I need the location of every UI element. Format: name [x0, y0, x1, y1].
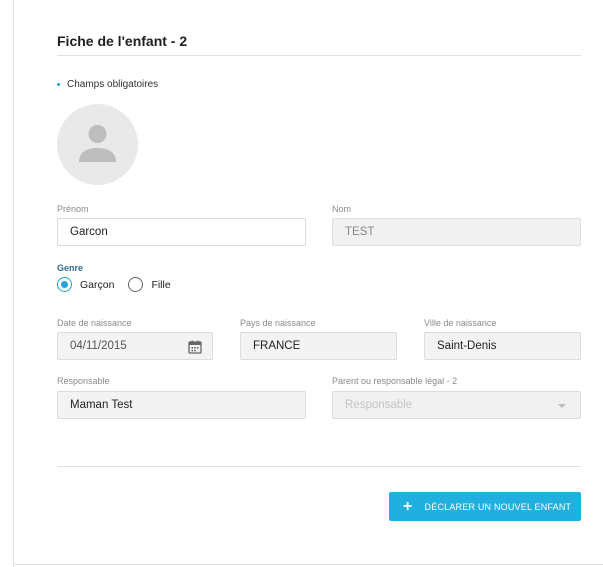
prenom-value: Garcon	[70, 226, 108, 238]
responsable-input[interactable]: Maman Test	[57, 391, 306, 419]
title-divider	[57, 55, 581, 56]
pays-naissance-label: Pays de naissance	[240, 318, 316, 328]
pays-naissance-input[interactable]: FRANCE	[240, 332, 397, 360]
responsable-label: Responsable	[57, 376, 110, 386]
radio-fille[interactable]	[128, 277, 144, 292]
prenom-label: Prénom	[57, 204, 89, 214]
parent2-select[interactable]: Responsable	[332, 391, 581, 419]
avatar[interactable]	[57, 104, 138, 185]
prenom-input[interactable]: Garcon	[57, 218, 306, 246]
required-bullet-icon	[57, 83, 60, 86]
page-left-border	[13, 0, 14, 567]
date-naissance-input[interactable]: 04/11/2015	[57, 332, 213, 360]
page-bottom-border	[13, 564, 603, 565]
parent2-label: Parent ou responsable légal - 2	[332, 376, 458, 386]
required-note: Champs obligatoires	[57, 79, 158, 90]
section-divider	[57, 466, 581, 467]
ville-naissance-input[interactable]: Saint-Denis	[424, 332, 581, 360]
nom-value: TEST	[345, 226, 375, 238]
pays-naissance-value: FRANCE	[253, 340, 301, 352]
radio-garcon[interactable]	[57, 277, 72, 292]
nom-label: Nom	[332, 204, 352, 214]
ville-naissance-value: Saint-Denis	[437, 340, 497, 352]
nom-input[interactable]: TEST	[332, 218, 581, 246]
ville-naissance-label: Ville de naissance	[424, 318, 497, 328]
form-title: Fiche de l'enfant - 2	[57, 33, 188, 49]
date-naissance-value: 04/11/2015	[70, 340, 127, 352]
genre-radio-group: Garçon Fille	[57, 277, 185, 292]
chevron-down-icon	[558, 404, 566, 408]
responsable-value: Maman Test	[70, 399, 133, 411]
add-child-button[interactable]: + DÉCLARER UN NOUVEL ENFANT	[389, 492, 581, 521]
radio-fille-label[interactable]: Fille	[151, 279, 170, 291]
person-icon	[79, 125, 116, 162]
parent2-placeholder: Responsable	[345, 399, 413, 411]
calendar-icon[interactable]	[188, 340, 202, 354]
required-note-text: Champs obligatoires	[67, 79, 159, 90]
radio-garcon-label[interactable]: Garçon	[80, 279, 114, 291]
genre-label: Genre	[57, 263, 84, 273]
plus-icon: +	[403, 497, 413, 515]
add-child-label: DÉCLARER UN NOUVEL ENFANT	[424, 501, 572, 512]
date-naissance-label: Date de naissance	[57, 318, 132, 328]
